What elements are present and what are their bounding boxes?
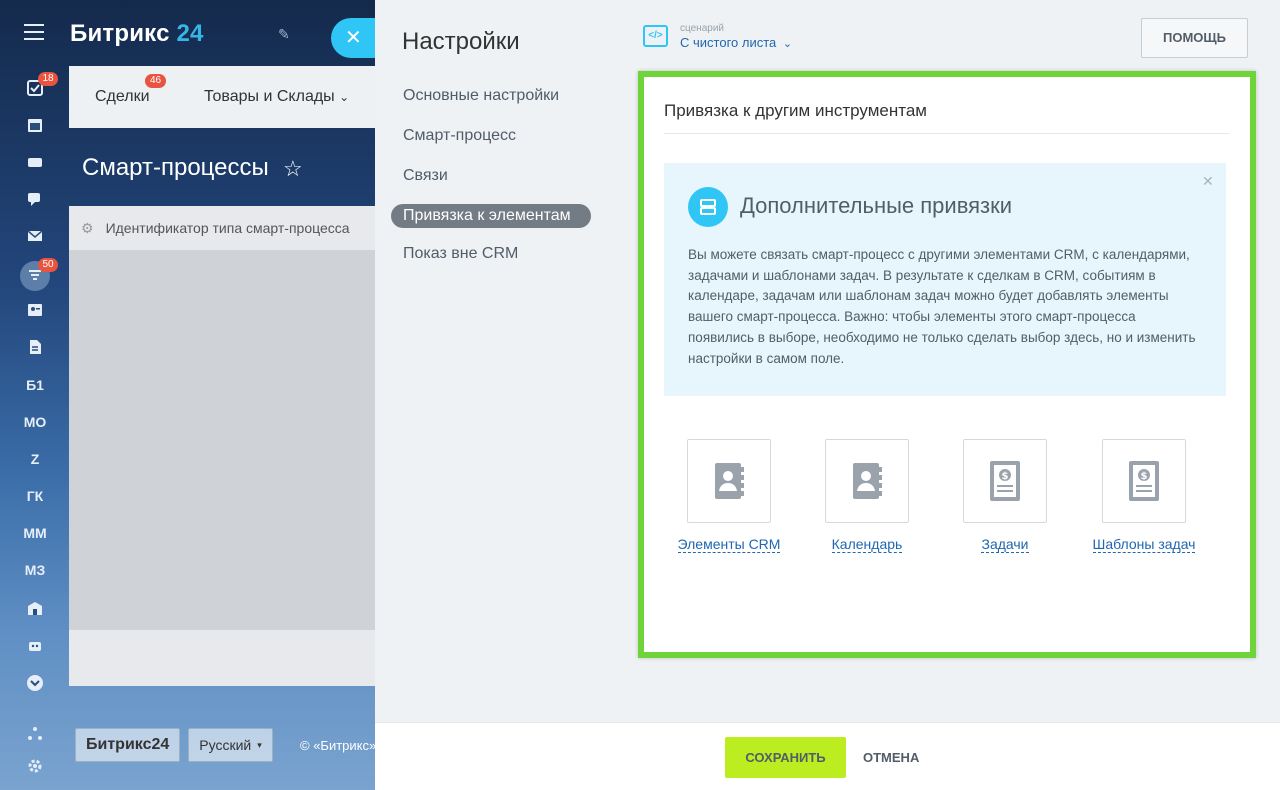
tile-label[interactable]: Задачи xyxy=(981,536,1029,553)
contact-book-icon xyxy=(853,463,882,499)
sitemap-icon[interactable] xyxy=(20,722,50,746)
mail-icon[interactable] xyxy=(20,224,50,248)
tile-label[interactable]: Шаблоны задач xyxy=(1092,536,1196,553)
nav-item-show-outside-crm[interactable]: Показ вне CRM xyxy=(391,242,611,272)
top-tabs: Сделки 46 Товары и Склады ⌄ xyxy=(69,66,375,128)
pencil-icon[interactable]: ✎ xyxy=(278,26,290,43)
store-icon[interactable] xyxy=(20,596,50,620)
contact-book-icon xyxy=(715,463,744,499)
info-title: Дополнительные привязки xyxy=(740,193,1013,218)
tab-deals[interactable]: Сделки xyxy=(95,88,150,106)
tile-label[interactable]: Элементы CRM xyxy=(677,536,781,553)
svg-text:$: $ xyxy=(1141,471,1148,482)
rail-item-b1[interactable]: Б1 xyxy=(20,373,50,397)
cancel-button[interactable]: ОТМЕНА xyxy=(863,737,919,778)
scenario-caption: сценарий xyxy=(680,23,724,34)
bottom-action-bar: СОХРАНИТЬ ОТМЕНА xyxy=(375,722,1280,790)
tile-icon-box xyxy=(825,439,909,523)
background-table: ⚙ Идентификатор типа смарт-процесса xyxy=(69,206,375,686)
rail-item-mo[interactable]: МО xyxy=(20,410,50,434)
tile-task-templates[interactable]: $ Шаблоны задач xyxy=(1079,439,1209,554)
language-select[interactable]: Русский ▾ xyxy=(188,728,273,762)
menu-icon[interactable] xyxy=(24,24,44,40)
caret-down-icon: ▾ xyxy=(257,739,262,750)
drive-icon[interactable] xyxy=(20,150,50,174)
document-icon[interactable] xyxy=(20,335,50,359)
funnel-badge: 50 xyxy=(38,258,58,272)
close-icon[interactable]: ✕ xyxy=(1202,173,1214,190)
gear-icon[interactable]: ⚙ xyxy=(81,220,94,237)
settings-slider: Настройки </> сценарий С чистого листа ⌄… xyxy=(375,0,1280,790)
star-icon[interactable]: ☆ xyxy=(283,156,303,182)
rail-item-z[interactable]: Z xyxy=(20,447,50,471)
copyright: © «Битрикс» xyxy=(300,738,375,753)
left-rail: 18 50 Б1 МО Z ГК ММ МЗ xyxy=(0,0,69,790)
tile-icon-box: $ xyxy=(963,439,1047,523)
nav-item-links[interactable]: Связи xyxy=(391,164,611,194)
scenario-select[interactable]: С чистого листа ⌄ xyxy=(680,35,792,50)
info-text: Вы можете связать смарт-процесс с другим… xyxy=(688,247,1196,366)
settings-nav: Основные настройки Смарт-процесс Связи П… xyxy=(391,84,611,282)
robot-icon[interactable] xyxy=(20,633,50,657)
tab-goods[interactable]: Товары и Склады ⌄ xyxy=(204,88,349,106)
tile-calendar[interactable]: Календарь xyxy=(802,439,932,554)
nav-item-main-settings[interactable]: Основные настройки xyxy=(391,84,611,114)
help-button[interactable]: ПОМОЩЬ xyxy=(1141,18,1248,58)
table-footer xyxy=(69,630,375,686)
code-icon: </> xyxy=(643,25,668,47)
table-header: ⚙ Идентификатор типа смарт-процесса xyxy=(69,206,375,250)
tile-icon-box xyxy=(687,439,771,523)
logo-text: Битрикс xyxy=(70,20,170,47)
divider xyxy=(664,133,1229,134)
gear-icon[interactable] xyxy=(20,754,50,778)
rail-item-mz[interactable]: МЗ xyxy=(20,558,50,582)
tile-crm-elements[interactable]: Элементы CRM xyxy=(664,439,794,554)
rail-item-gk[interactable]: ГК xyxy=(20,484,50,508)
calendar-icon[interactable] xyxy=(20,113,50,137)
save-button[interactable]: СОХРАНИТЬ xyxy=(725,737,846,778)
svg-text:$: $ xyxy=(1002,471,1009,482)
scenario-value: С чистого листа xyxy=(680,35,777,50)
tile-tasks[interactable]: $ Задачи xyxy=(940,439,1070,554)
info-box: Дополнительные привязки ✕ Вы можете связ… xyxy=(664,163,1226,396)
invoice-icon: $ xyxy=(990,461,1020,501)
language-label: Русский xyxy=(199,737,252,753)
invoice-icon: $ xyxy=(1129,461,1159,501)
close-icon: ✕ xyxy=(345,27,362,49)
tile-icon-box: $ xyxy=(1102,439,1186,523)
bitrix-logo: Битрикс 24 xyxy=(70,20,204,48)
page-title: Смарт-процессы xyxy=(82,154,269,181)
chevron-down-icon: ⌄ xyxy=(339,90,350,104)
logo-number: 24 xyxy=(176,20,204,47)
binding-card: Привязка к другим инструментам Дополните… xyxy=(638,71,1256,658)
layers-icon xyxy=(688,187,728,227)
card-title: Привязка к другим инструментам xyxy=(664,101,927,120)
chat-icon[interactable] xyxy=(20,187,50,211)
tasks-badge: 18 xyxy=(38,72,58,86)
chevron-down-icon[interactable] xyxy=(20,671,50,695)
tab-goods-label: Товары и Склады xyxy=(204,88,335,105)
nav-item-element-binding[interactable]: Привязка к элементам xyxy=(391,204,591,228)
chevron-down-icon: ⌄ xyxy=(782,38,793,50)
settings-title: Настройки xyxy=(402,28,520,55)
nav-item-smart-process[interactable]: Смарт-процесс xyxy=(391,124,611,154)
rail-item-mm[interactable]: ММ xyxy=(20,521,50,545)
footer-logo[interactable]: Битрикс24 xyxy=(75,728,181,762)
tile-label[interactable]: Календарь xyxy=(831,536,903,553)
binding-tiles: Элементы CRM Календарь $ Задачи $ Шаблон… xyxy=(664,439,1224,559)
deals-badge: 46 xyxy=(145,74,167,88)
background-footer: Битрикс24 Русский ▾ xyxy=(75,728,273,762)
contact-card-icon[interactable] xyxy=(20,298,50,322)
table-header-label: Идентификатор типа смарт-процесса xyxy=(105,220,350,236)
